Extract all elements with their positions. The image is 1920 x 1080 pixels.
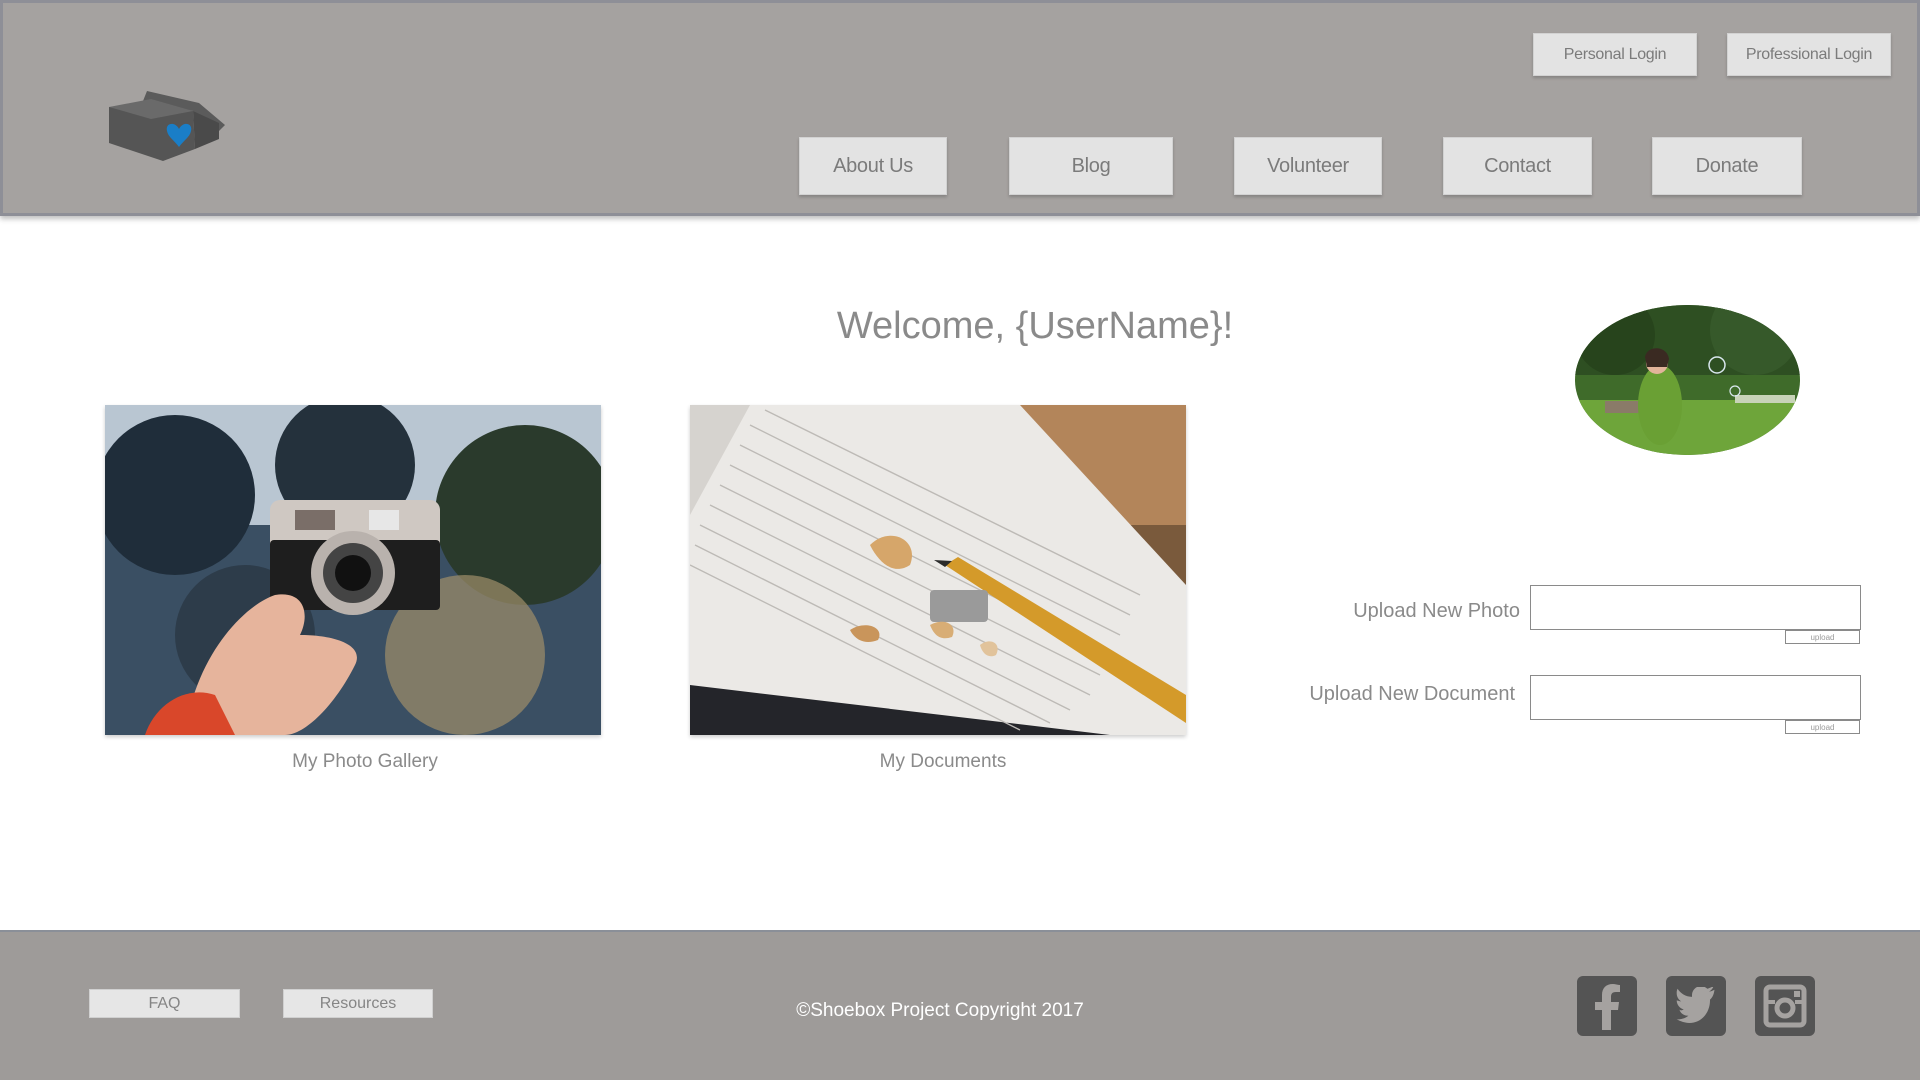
photo-gallery-tile[interactable]: [105, 405, 601, 735]
twitter-icon[interactable]: [1666, 976, 1726, 1036]
profile-avatar[interactable]: [1575, 305, 1800, 455]
footer-resources-link[interactable]: Resources: [283, 989, 433, 1018]
instagram-icon[interactable]: [1755, 976, 1815, 1036]
footer-faq-link[interactable]: FAQ: [89, 989, 240, 1018]
personal-login-button[interactable]: Personal Login: [1533, 33, 1697, 76]
upload-photo-label: Upload New Photo: [1353, 600, 1520, 622]
documents-tile[interactable]: [690, 405, 1186, 735]
photo-gallery-caption[interactable]: My Photo Gallery: [117, 751, 613, 773]
upload-document-field[interactable]: [1530, 675, 1861, 720]
page: Personal Login Professional Login About …: [0, 0, 1920, 1080]
nav-about-us[interactable]: About Us: [799, 137, 947, 195]
copyright-text: ©Shoebox Project Copyright 2017: [796, 1000, 1084, 1021]
upload-document-button[interactable]: upload: [1785, 720, 1860, 734]
nav-donate[interactable]: Donate: [1652, 137, 1802, 195]
notebook-pencil-photo: [690, 405, 1186, 735]
shoebox-heart-logo[interactable]: [107, 87, 245, 161]
facebook-icon[interactable]: [1577, 976, 1637, 1036]
nav-volunteer[interactable]: Volunteer: [1234, 137, 1382, 195]
child-with-bubbles-photo: [1575, 305, 1800, 455]
nav-contact[interactable]: Contact: [1443, 137, 1592, 195]
professional-login-button[interactable]: Professional Login: [1727, 33, 1891, 76]
welcome-heading: Welcome, {UserName}!: [836, 305, 1234, 347]
upload-photo-field[interactable]: [1530, 585, 1861, 630]
nav-blog[interactable]: Blog: [1009, 137, 1173, 195]
documents-caption[interactable]: My Documents: [695, 751, 1191, 773]
site-header: Personal Login Professional Login About …: [0, 0, 1920, 216]
upload-photo-button[interactable]: upload: [1785, 630, 1860, 644]
camera-photo: [105, 405, 601, 735]
upload-document-label: Upload New Document: [1309, 683, 1515, 705]
